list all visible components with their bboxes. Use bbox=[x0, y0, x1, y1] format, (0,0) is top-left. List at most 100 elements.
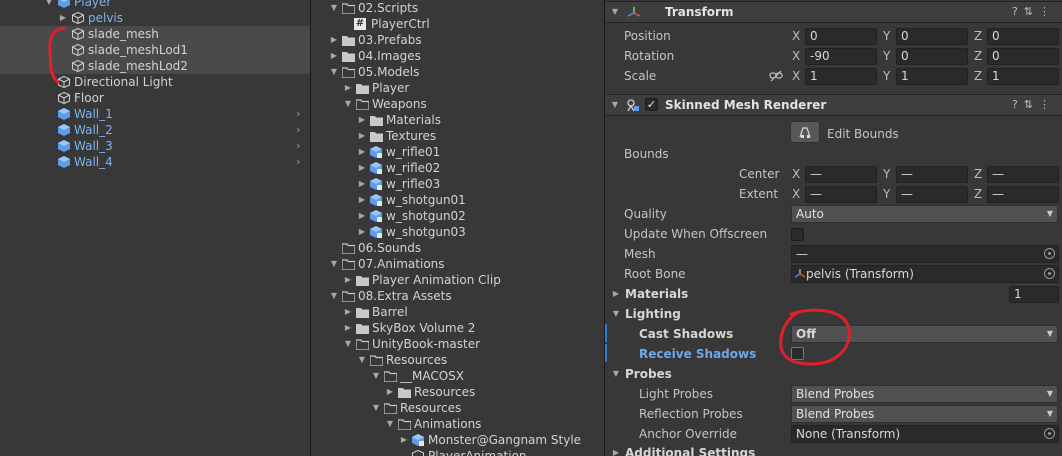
folder-open-icon bbox=[384, 371, 397, 382]
chevron-right-icon[interactable]: › bbox=[296, 122, 304, 138]
folder-icon bbox=[342, 52, 355, 62]
fold-arrow-icon[interactable]: ▼ bbox=[357, 352, 367, 368]
fold-arrow-icon[interactable]: ▶ bbox=[329, 32, 339, 48]
hierarchy-item-wall-1[interactable]: Wall_1 › bbox=[0, 106, 310, 122]
update-when-offscreen-checkbox[interactable] bbox=[791, 228, 804, 241]
quality-value: Auto bbox=[796, 207, 824, 221]
skinned-mesh-renderer-header[interactable]: ▼ ✓ Skinned Mesh Renderer ?⇅⋮ bbox=[605, 94, 1062, 116]
center-x-field[interactable]: — bbox=[805, 166, 877, 183]
cast-shadows-label: Cast Shadows bbox=[639, 327, 734, 341]
hierarchy-item-wall-2[interactable]: Wall_2 › bbox=[0, 122, 310, 138]
object-picker-icon[interactable] bbox=[1044, 428, 1055, 439]
fold-arrow-icon[interactable]: ▶ bbox=[399, 432, 409, 448]
model-prefab-icon bbox=[370, 194, 382, 206]
transform-component-header[interactable]: ▼ Transform ?⇅⋮ bbox=[605, 1, 1062, 23]
fold-arrow-icon[interactable]: ▼ bbox=[329, 288, 339, 304]
quality-dropdown[interactable]: Auto ▼ bbox=[791, 205, 1058, 223]
chevron-right-icon[interactable]: › bbox=[296, 154, 304, 170]
scale-x-field[interactable]: 1 bbox=[805, 68, 877, 85]
fold-arrow-icon[interactable]: ▼ bbox=[610, 97, 620, 113]
mesh-value: — bbox=[796, 247, 808, 261]
extent-y-field[interactable]: — bbox=[896, 186, 968, 203]
fold-arrow-icon[interactable]: ▶ bbox=[611, 286, 621, 302]
hierarchy-item-wall-4[interactable]: Wall_4 › bbox=[0, 154, 310, 170]
axis-x-label: X bbox=[792, 29, 801, 43]
folder-open-icon bbox=[398, 419, 411, 430]
axis-y-label: Y bbox=[883, 49, 891, 63]
chevron-right-icon[interactable]: › bbox=[296, 106, 304, 122]
inspector-panel: ▼ Transform ?⇅⋮ Position X 0 Y 0 Z 0 Rot… bbox=[605, 0, 1062, 456]
mesh-object-field[interactable]: — bbox=[791, 245, 1059, 263]
fold-arrow-icon[interactable]: ▼ bbox=[329, 0, 339, 16]
fold-arrow-icon[interactable]: ▼ bbox=[610, 4, 620, 20]
scale-z-field[interactable]: 1 bbox=[987, 68, 1059, 85]
root-bone-object-field[interactable]: pelvis (Transform) bbox=[791, 265, 1059, 283]
rotation-z-field[interactable]: 0 bbox=[987, 48, 1059, 65]
rotation-y-field[interactable]: 0 bbox=[896, 48, 968, 65]
position-y-field[interactable]: 0 bbox=[896, 28, 968, 45]
fold-arrow-icon[interactable]: ▶ bbox=[357, 128, 367, 144]
fold-arrow-icon[interactable]: ▶ bbox=[357, 192, 367, 208]
annotation-bracket-mark bbox=[48, 26, 66, 84]
component-header-icons[interactable]: ?⇅⋮ bbox=[1012, 5, 1056, 18]
project-item-label: Resources bbox=[414, 385, 476, 399]
anchor-override-object-field[interactable]: None (Transform) bbox=[791, 425, 1059, 443]
fold-arrow-icon[interactable]: ▶ bbox=[385, 384, 395, 400]
fold-arrow-icon[interactable]: ▶ bbox=[343, 80, 353, 96]
gameobject-cube-icon bbox=[72, 12, 84, 24]
chevron-right-icon[interactable]: › bbox=[296, 138, 304, 154]
animator-icon bbox=[412, 450, 424, 456]
scale-y-field[interactable]: 1 bbox=[896, 68, 968, 85]
materials-count-field[interactable]: 1 bbox=[1009, 286, 1059, 303]
edit-bounds-button[interactable] bbox=[790, 121, 820, 143]
model-prefab-icon bbox=[370, 210, 382, 222]
light-probes-value: Blend Probes bbox=[796, 387, 875, 401]
project-item-label: __MACOSX bbox=[400, 369, 465, 383]
constrain-proportions-link-icon[interactable] bbox=[769, 70, 783, 82]
fold-arrow-icon[interactable]: ▶ bbox=[611, 445, 621, 456]
fold-arrow-icon[interactable]: ▶ bbox=[357, 224, 367, 240]
extent-x-field[interactable]: — bbox=[805, 186, 877, 203]
fold-arrow-icon[interactable]: ▶ bbox=[343, 304, 353, 320]
folder-open-icon bbox=[370, 355, 383, 366]
fold-arrow-icon[interactable]: ▼ bbox=[329, 256, 339, 272]
fold-arrow-icon[interactable]: ▶ bbox=[343, 320, 353, 336]
edit-bounds-icon bbox=[799, 127, 811, 138]
object-picker-icon[interactable] bbox=[1044, 268, 1055, 279]
fold-arrow-icon[interactable]: ▼ bbox=[611, 366, 621, 382]
axis-z-label: Z bbox=[974, 167, 983, 181]
project-item-label: w_shotgun03 bbox=[386, 225, 466, 239]
fold-arrow-icon[interactable]: ▼ bbox=[371, 368, 381, 384]
fold-arrow-icon[interactable]: ▶ bbox=[357, 208, 367, 224]
fold-arrow-icon[interactable]: ▶ bbox=[357, 160, 367, 176]
position-z-field[interactable]: 0 bbox=[987, 28, 1059, 45]
project-item-label: Monster@Gangnam Style bbox=[428, 433, 582, 447]
skinned-mesh-renderer-icon bbox=[627, 99, 639, 112]
fold-arrow-icon[interactable]: ▼ bbox=[611, 306, 621, 322]
fold-arrow-icon[interactable]: ▼ bbox=[385, 416, 395, 432]
fold-arrow-icon[interactable]: ▶ bbox=[357, 112, 367, 128]
light-probes-dropdown[interactable]: Blend Probes ▼ bbox=[791, 385, 1058, 403]
fold-arrow-icon[interactable]: ▶ bbox=[357, 144, 367, 160]
fold-arrow-icon[interactable]: ▼ bbox=[343, 96, 353, 112]
extent-z-field[interactable]: — bbox=[987, 186, 1059, 203]
folder-icon bbox=[370, 132, 383, 142]
fold-arrow-icon[interactable]: ▼ bbox=[329, 64, 339, 80]
hierarchy-item-wall-3[interactable]: Wall_3 › bbox=[0, 138, 310, 154]
center-y-field[interactable]: — bbox=[896, 166, 968, 183]
fold-arrow-icon[interactable]: ▶ bbox=[357, 176, 367, 192]
light-probes-label: Light Probes bbox=[639, 387, 714, 401]
component-enabled-checkbox[interactable]: ✓ bbox=[645, 98, 658, 111]
project-item-label: w_shotgun02 bbox=[386, 209, 466, 223]
fold-arrow-icon[interactable]: ▶ bbox=[329, 48, 339, 64]
fold-arrow-icon[interactable]: ▼ bbox=[44, 0, 54, 10]
rotation-x-field[interactable]: -90 bbox=[805, 48, 877, 65]
reflection-probes-dropdown[interactable]: Blend Probes ▼ bbox=[791, 405, 1058, 423]
fold-arrow-icon[interactable]: ▶ bbox=[343, 272, 353, 288]
component-header-icons[interactable]: ?⇅⋮ bbox=[1012, 98, 1056, 111]
center-z-field[interactable]: — bbox=[987, 166, 1059, 183]
fold-arrow-icon[interactable]: ▼ bbox=[343, 336, 353, 352]
object-picker-icon[interactable] bbox=[1044, 248, 1055, 259]
fold-arrow-icon[interactable]: ▼ bbox=[371, 400, 381, 416]
position-x-field[interactable]: 0 bbox=[805, 28, 877, 45]
